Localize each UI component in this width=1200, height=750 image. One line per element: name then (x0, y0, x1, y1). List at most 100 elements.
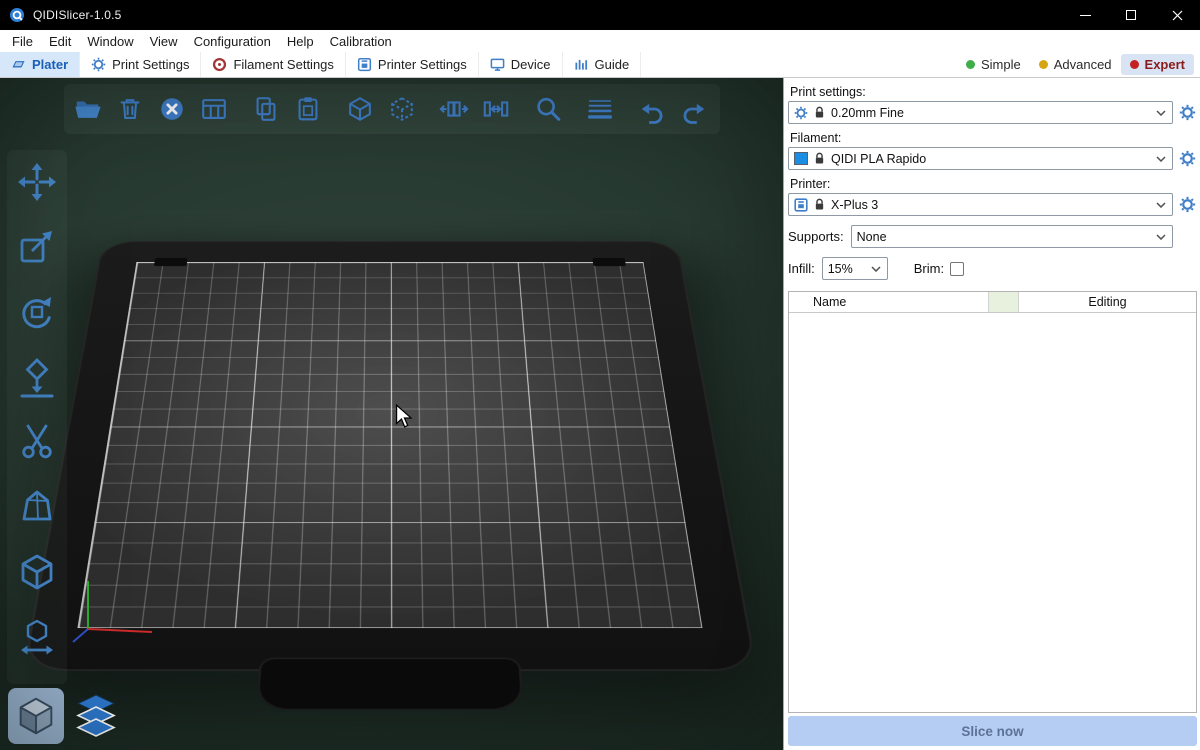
tab-device[interactable]: Device (479, 52, 563, 77)
filament-combo[interactable]: QIDI PLA Rapido (788, 147, 1173, 170)
toolbar-arrange-button[interactable] (198, 93, 230, 125)
infill-combo[interactable]: 15% (822, 257, 888, 280)
chevron-down-icon (1156, 110, 1166, 116)
close-icon (1172, 10, 1183, 21)
bed-clip-left (154, 258, 188, 266)
toolbar-search-button[interactable] (532, 93, 564, 125)
object-list-body[interactable] (789, 313, 1196, 712)
toolbar-open-button[interactable] (72, 93, 104, 125)
view-3d-editor-button[interactable] (8, 688, 64, 744)
menu-item-help[interactable]: Help (279, 32, 322, 51)
gizmo-place-on-face-button[interactable] (15, 355, 59, 399)
scale-icon (15, 225, 59, 269)
print-settings-combo[interactable]: 0.20mm Fine (788, 101, 1173, 124)
brim-checkbox[interactable] (950, 262, 964, 276)
cube-icon (15, 550, 59, 594)
measure-icon (15, 615, 59, 659)
add-instance-cube-icon (345, 94, 375, 124)
chevron-down-icon (871, 266, 881, 272)
toolbar-delete-button[interactable] (114, 93, 146, 125)
editor-3d-cube-icon (13, 693, 59, 739)
gizmo-cube-button[interactable] (15, 550, 59, 594)
preview-layers-icon (72, 692, 120, 740)
maximize-button[interactable] (1108, 0, 1154, 30)
gizmo-measure-button[interactable] (15, 615, 59, 659)
toolbar-copy-button[interactable] (250, 93, 282, 125)
viewport-3d[interactable] (0, 78, 783, 750)
printer-icon (794, 198, 808, 212)
gizmo-rotate-button[interactable] (15, 290, 59, 334)
toolbar-split-parts-button[interactable] (480, 93, 512, 125)
gizmo-paint-button[interactable] (15, 485, 59, 529)
undo-icon (637, 94, 667, 124)
top-toolbar (72, 93, 710, 125)
tab-bar-spacer (641, 52, 957, 77)
close-button[interactable] (1154, 0, 1200, 30)
cut-scissors-icon (15, 420, 59, 464)
supports-combo[interactable]: None (851, 225, 1173, 248)
menu-item-configuration[interactable]: Configuration (186, 32, 279, 51)
sidebar: Print settings: 0.20mm Fine (783, 78, 1200, 750)
chevron-down-icon (1156, 234, 1166, 240)
tab-filament-settings[interactable]: Filament Settings (201, 52, 345, 77)
tab-label: Device (511, 57, 551, 72)
bed-clip-right (592, 258, 626, 266)
menu-item-file[interactable]: File (4, 32, 41, 51)
brim-label: Brim: (914, 261, 944, 276)
filament-label: Filament: (790, 131, 1197, 145)
filament-value: QIDI PLA Rapido (831, 152, 1150, 166)
monitor-icon (490, 57, 505, 72)
minimize-button[interactable] (1062, 0, 1108, 30)
toolbar-undo-button[interactable] (636, 93, 668, 125)
toolbar-variable-layer-height-button[interactable] (584, 93, 616, 125)
menu-item-calibration[interactable]: Calibration (322, 32, 400, 51)
toolbar-paste-button[interactable] (292, 93, 324, 125)
gizmo-cut-button[interactable] (15, 420, 59, 464)
gizmo-scale-button[interactable] (15, 225, 59, 269)
gear-icon (1179, 104, 1196, 121)
menu-item-window[interactable]: Window (79, 32, 141, 51)
printer-value: X-Plus 3 (831, 198, 1150, 212)
plater-icon (11, 57, 26, 72)
tab-label: Printer Settings (378, 57, 467, 72)
variable-layer-height-icon (585, 94, 615, 124)
slice-now-button[interactable]: Slice now (788, 716, 1197, 746)
filament-color-swatch (794, 152, 808, 165)
toolbar-delete-all-button[interactable] (156, 93, 188, 125)
print-bed (77, 262, 702, 628)
tab-guide[interactable]: Guide (563, 52, 642, 77)
tab-print-settings[interactable]: Print Settings (80, 52, 201, 77)
print-settings-gear-button[interactable] (1178, 103, 1197, 123)
move-icon (15, 160, 59, 204)
tab-label: Guide (595, 57, 630, 72)
menu-item-edit[interactable]: Edit (41, 32, 79, 51)
column-header-editing: Editing (1019, 292, 1196, 312)
mode-advanced[interactable]: Advanced (1030, 52, 1121, 77)
tab-label: Plater (32, 57, 68, 72)
toolbar-split-objects-button[interactable] (438, 93, 470, 125)
lock-icon (814, 152, 825, 165)
delete-icon (115, 94, 145, 124)
mode-expert[interactable]: Expert (1121, 54, 1194, 75)
split-objects-icon (439, 94, 469, 124)
menu-item-view[interactable]: View (142, 32, 186, 51)
tab-plater[interactable]: Plater (0, 52, 80, 77)
toolbar-remove-instance-button[interactable] (386, 93, 418, 125)
split-parts-icon (481, 94, 511, 124)
filament-gear-button[interactable] (1178, 149, 1197, 169)
toolbar-redo-button[interactable] (678, 93, 710, 125)
printer-gear-button[interactable] (1178, 195, 1197, 215)
copy-icon (251, 94, 281, 124)
toolbar-add-instance-button[interactable] (344, 93, 376, 125)
lock-icon (814, 198, 825, 211)
view-preview-button[interactable] (68, 688, 124, 744)
view-switcher (8, 688, 124, 744)
object-list[interactable]: Name Editing (788, 291, 1197, 713)
print-settings-value: 0.20mm Fine (831, 106, 1150, 120)
mode-simple[interactable]: Simple (957, 52, 1030, 77)
filament-spool-icon (212, 57, 227, 72)
app-window: QIDISlicer-1.0.5 File Edit Window View C… (0, 0, 1200, 750)
printer-combo[interactable]: X-Plus 3 (788, 193, 1173, 216)
gizmo-move-button[interactable] (15, 160, 59, 204)
tab-printer-settings[interactable]: Printer Settings (346, 52, 479, 77)
